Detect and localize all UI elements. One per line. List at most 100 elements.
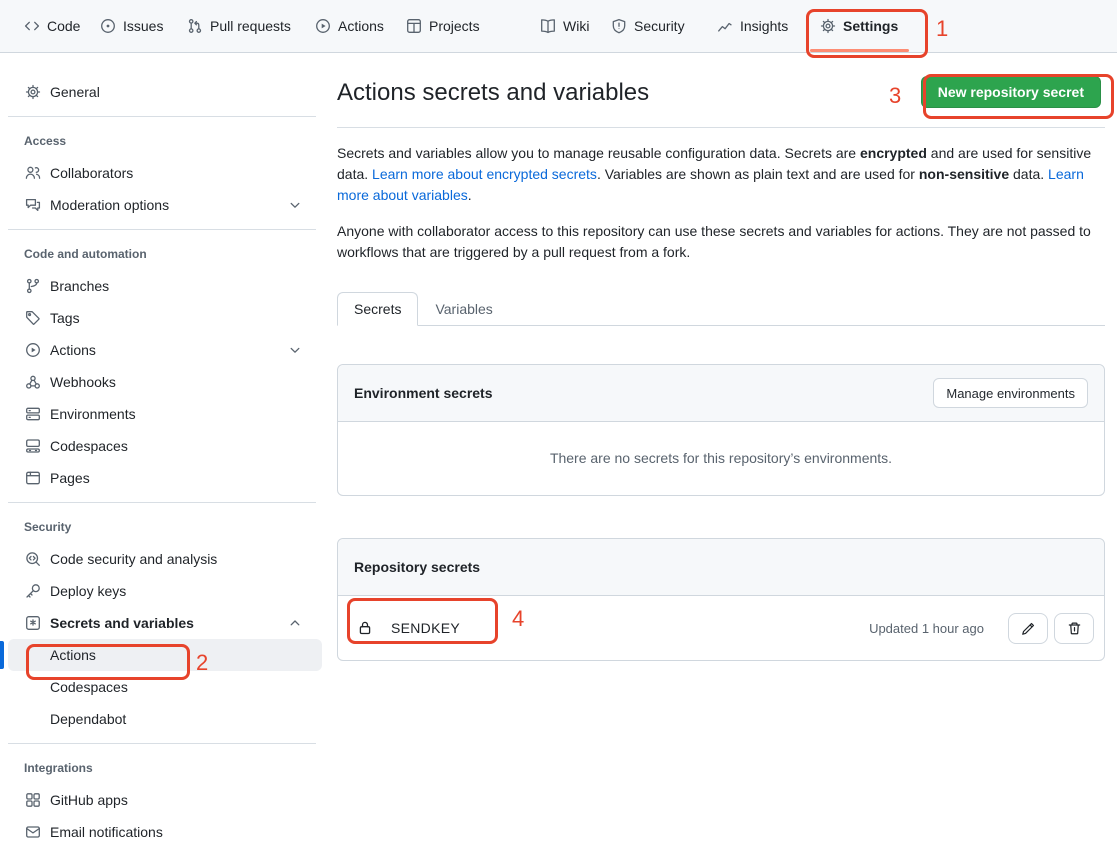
codescan-icon: [25, 551, 41, 567]
nav-tab-label: Issues: [123, 18, 163, 34]
sidebar-divider: [8, 116, 316, 117]
learn-more-encrypted-secrets-link[interactable]: Learn more about encrypted secrets: [372, 166, 597, 182]
nav-tab-code[interactable]: Code: [24, 0, 80, 52]
sidebar-item-dependabot[interactable]: Dependabot: [8, 703, 322, 735]
secret-name: SENDKEY: [391, 620, 460, 636]
sidebar-item-branches[interactable]: Branches: [8, 270, 322, 302]
nav-tab-insights[interactable]: Insights: [717, 0, 788, 52]
issue-icon: [100, 18, 116, 34]
sidebar-item-webhooks[interactable]: Webhooks: [8, 366, 322, 398]
annotation-number-4: 4: [512, 607, 524, 631]
new-repository-secret-button[interactable]: New repository secret: [921, 76, 1101, 108]
gear-icon: [820, 18, 836, 34]
tab-variables[interactable]: Variables: [418, 292, 509, 326]
nav-tab-projects[interactable]: Projects: [406, 0, 480, 52]
sidebar-section-access: Access: [0, 133, 330, 149]
gear-icon: [25, 84, 41, 100]
mail-icon: [25, 824, 41, 840]
edit-secret-button[interactable]: [1008, 613, 1048, 644]
project-icon: [406, 18, 422, 34]
sidebar-item-codespaces[interactable]: Codespaces: [8, 671, 322, 703]
browser-icon: [25, 470, 41, 486]
sidebar-item-label: Tags: [50, 310, 80, 326]
codespaces-icon: [25, 438, 41, 454]
sidebar-item-pages[interactable]: Pages: [8, 462, 322, 494]
repository-secrets-header: Repository secrets: [338, 539, 1104, 596]
intro-text-segment: Secrets and variables allow you to manag…: [337, 145, 860, 161]
apps-icon: [25, 792, 41, 808]
sidebar-item-label: Secrets and variables: [50, 615, 194, 631]
nav-tab-issues[interactable]: Issues: [100, 0, 163, 52]
main-content: Actions secrets and variables New reposi…: [337, 53, 1105, 661]
nav-tab-security[interactable]: Security: [611, 0, 685, 52]
nav-tab-settings[interactable]: Settings: [820, 0, 898, 52]
annotation-number-1: 1: [936, 17, 948, 41]
delete-secret-button[interactable]: [1054, 613, 1094, 644]
tab-secrets[interactable]: Secrets: [337, 292, 418, 326]
sidebar-item-actions[interactable]: Actions: [8, 334, 322, 366]
sidebar-item-tags[interactable]: Tags: [8, 302, 322, 334]
intro-paragraph-2: Anyone with collaborator access to this …: [337, 221, 1105, 263]
nav-tab-label: Pull requests: [210, 18, 291, 34]
sidebar-item-label: GitHub apps: [50, 792, 128, 808]
sidebar-item-label: Email notifications: [50, 824, 163, 840]
people-icon: [25, 165, 41, 181]
nav-tab-label: Wiki: [563, 18, 589, 34]
code-icon: [24, 18, 40, 34]
sidebar-item-label: Deploy keys: [50, 583, 126, 599]
sidebar-item-environments[interactable]: Environments: [8, 398, 322, 430]
play-icon: [25, 342, 41, 358]
sidebar-divider: [8, 502, 316, 503]
sidebar-item-label: Actions: [50, 342, 96, 358]
secret-row: SENDKEY Updated 1 hour ago: [338, 596, 1104, 660]
nav-tab-pull-requests[interactable]: Pull requests: [187, 0, 291, 52]
nav-tab-label: Actions: [338, 18, 384, 34]
sidebar-item-email-notifications[interactable]: Email notifications: [8, 816, 322, 848]
sidebar-section-integrations: Integrations: [0, 760, 330, 776]
sidebar-divider: [8, 229, 316, 230]
intro-bold-non-sensitive: non-sensitive: [919, 166, 1009, 182]
sidebar-item-moderation-options[interactable]: Moderation options: [8, 189, 322, 221]
sidebar-item-github-apps[interactable]: GitHub apps: [8, 784, 322, 816]
play-icon: [315, 18, 331, 34]
repository-secrets-card: Repository secrets SENDKEY Updated 1 hou…: [337, 538, 1105, 661]
comment-discussion-icon: [25, 197, 41, 213]
sidebar-item-label: General: [50, 84, 100, 100]
chevron-down-icon: [287, 197, 303, 213]
git-branch-icon: [25, 278, 41, 294]
sidebar-section-security: Security: [0, 519, 330, 535]
manage-environments-button[interactable]: Manage environments: [933, 378, 1088, 408]
nav-tab-label: Settings: [843, 18, 898, 34]
nav-tab-label: Insights: [740, 18, 788, 34]
sidebar-item-secrets-and-variables[interactable]: Secrets and variables: [8, 607, 322, 639]
intro-text: Secrets and variables allow you to manag…: [337, 143, 1105, 263]
intro-paragraph-1: Secrets and variables allow you to manag…: [337, 143, 1105, 206]
lock-icon: [357, 620, 373, 636]
sidebar-item-general[interactable]: General: [8, 76, 322, 108]
graph-icon: [717, 18, 733, 34]
secrets-variables-tabnav: Secrets Variables: [337, 292, 1105, 326]
repo-nav: Code Issues Pull requests Actions Projects Wi…: [0, 0, 1117, 53]
sidebar-item-codespaces[interactable]: Codespaces: [8, 430, 322, 462]
webhook-icon: [25, 374, 41, 390]
sidebar-item-label: Codespaces: [50, 679, 128, 695]
environment-secrets-title: Environment secrets: [354, 385, 493, 401]
intro-text-segment: . Variables are shown as plain text and …: [597, 166, 919, 182]
pull-request-icon: [187, 18, 203, 34]
sidebar-item-code-security-and-analysis[interactable]: Code security and analysis: [8, 543, 322, 575]
environment-secrets-empty-message: There are no secrets for this repository…: [338, 422, 1104, 495]
sidebar-item-label: Codespaces: [50, 438, 128, 454]
settings-sidebar: General Access Collaborators Moderation opt…: [0, 53, 330, 848]
sidebar-item-actions[interactable]: Actions: [8, 639, 322, 671]
sidebar-item-collaborators[interactable]: Collaborators: [8, 157, 322, 189]
nav-tab-wiki[interactable]: Wiki: [540, 0, 589, 52]
sidebar-item-deploy-keys[interactable]: Deploy keys: [8, 575, 322, 607]
tag-icon: [25, 310, 41, 326]
page-header: Actions secrets and variables New reposi…: [337, 53, 1105, 128]
annotation-number-3: 3: [889, 84, 901, 108]
selected-indicator: [0, 641, 4, 669]
sidebar-item-label: Collaborators: [50, 165, 133, 181]
environment-secrets-header: Environment secrets Manage environments: [338, 365, 1104, 422]
nav-tab-actions[interactable]: Actions: [315, 0, 384, 52]
nav-tab-label: Code: [47, 18, 80, 34]
